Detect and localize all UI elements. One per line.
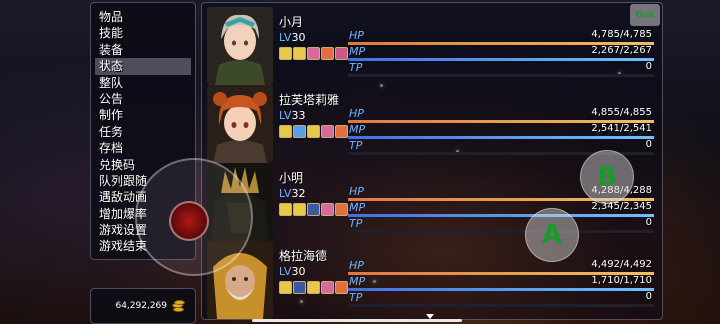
actor-level: LV32	[279, 187, 306, 200]
buff-icon	[321, 281, 334, 294]
actor-name: 小明	[279, 171, 304, 185]
actor-level: LV30	[279, 31, 306, 44]
actor-row[interactable]: 小月 LV30 HP 4,785/4,785 MP 2,267/2,267 TP 0	[202, 7, 662, 85]
buff-icon	[321, 203, 334, 216]
actor-row[interactable]: 拉芙塔莉雅 LV33 HP 4,855/4,855 MP 2,541/2,541 T…	[202, 85, 662, 163]
tp-gauge: TP 0	[348, 291, 654, 307]
buff-icon	[307, 47, 320, 60]
menu-item[interactable]: 物品	[91, 9, 195, 25]
a-button[interactable]: A	[525, 208, 579, 262]
buff-icon	[321, 125, 334, 138]
buff-icon	[321, 47, 334, 60]
menu-item[interactable]: 状态	[95, 58, 191, 75]
buff-icon	[279, 281, 292, 294]
buff-icon	[335, 203, 348, 216]
tp-gauge: TP 0	[348, 217, 654, 233]
hp-gauge: HP 4,855/4,855	[348, 107, 654, 123]
actor-level: LV30	[279, 265, 306, 278]
status-icon-list	[279, 125, 348, 138]
gold-amount: 64,292,269	[115, 301, 167, 311]
menu-item[interactable]: 制作	[91, 107, 195, 123]
home-indicator-bar[interactable]	[252, 319, 462, 322]
actor-portrait	[207, 7, 273, 85]
buff-icon	[293, 203, 306, 216]
buff-icon	[279, 47, 292, 60]
actor-level: LV33	[279, 109, 306, 122]
buff-icon	[293, 125, 306, 138]
actor-row[interactable]: 格拉海德 LV30 HP 4,492/4,492 MP 1,710/1,710 TP…	[202, 241, 662, 319]
buff-icon	[335, 125, 348, 138]
tp-gauge: TP 0	[348, 61, 654, 77]
mp-gauge: MP 2,267/2,267	[348, 45, 654, 61]
menu-item[interactable]: 公告	[91, 91, 195, 107]
buff-icon	[279, 125, 292, 138]
joystick-knob[interactable]	[169, 201, 209, 241]
gold-coin-stack-icon	[171, 300, 185, 312]
buff-icon	[293, 47, 306, 60]
b-button[interactable]: B	[580, 150, 634, 204]
buff-icon	[307, 125, 320, 138]
menu-item[interactable]: 装备	[91, 42, 195, 58]
menu-item[interactable]: 整队	[91, 75, 195, 91]
menu-item[interactable]: 存档	[91, 140, 195, 156]
status-icon-list	[279, 281, 348, 294]
actor-name: 小月	[279, 15, 304, 29]
hp-gauge: HP 4,492/4,492	[348, 259, 654, 275]
status-icon-list	[279, 47, 348, 60]
buff-icon	[307, 281, 320, 294]
buff-icon	[307, 203, 320, 216]
gold-window: 64,292,269	[90, 288, 196, 324]
status-icon-list	[279, 203, 348, 216]
actor-name: 拉芙塔莉雅	[279, 93, 340, 107]
buff-icon	[279, 203, 292, 216]
hp-gauge: HP 4,785/4,785	[348, 29, 654, 45]
buff-icon	[335, 281, 348, 294]
buff-icon	[293, 281, 306, 294]
menu-item[interactable]: 技能	[91, 25, 195, 41]
buff-icon	[335, 47, 348, 60]
quit-button[interactable]: Quit	[630, 4, 660, 26]
mp-gauge: MP 2,541/2,541	[348, 123, 654, 139]
menu-item[interactable]: 任务	[91, 124, 195, 140]
actor-portrait	[207, 85, 273, 163]
actor-name: 格拉海德	[279, 249, 328, 263]
mp-gauge: MP 1,710/1,710	[348, 275, 654, 291]
